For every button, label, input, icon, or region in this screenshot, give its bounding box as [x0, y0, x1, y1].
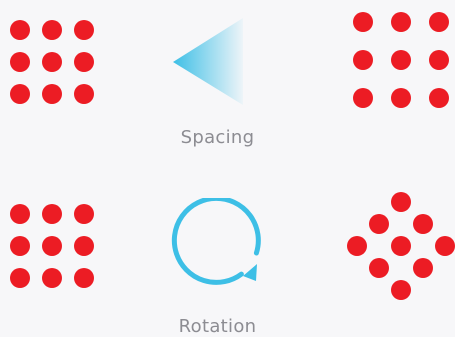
dot — [42, 268, 62, 288]
funnel-arrow-icon — [173, 18, 243, 105]
dot — [42, 84, 62, 104]
dot — [10, 20, 30, 40]
dot — [74, 52, 94, 72]
dot — [74, 204, 94, 224]
dot — [74, 236, 94, 256]
dot — [42, 20, 62, 40]
caption-rotation: Rotation — [178, 316, 257, 337]
dot — [412, 214, 433, 235]
dot — [369, 257, 390, 278]
dot — [412, 257, 433, 278]
dot — [353, 88, 373, 108]
dot — [74, 268, 94, 288]
dot — [10, 204, 30, 224]
dot — [391, 12, 411, 32]
dot — [391, 50, 411, 70]
dot — [42, 236, 62, 256]
dot — [391, 192, 411, 213]
dot — [10, 52, 30, 72]
dot — [347, 236, 368, 256]
dot — [391, 88, 411, 108]
dot — [42, 52, 62, 72]
dot — [74, 84, 94, 104]
dot — [10, 236, 30, 256]
dot — [353, 50, 373, 70]
dot — [391, 279, 411, 300]
dot — [10, 84, 30, 104]
dot — [391, 236, 411, 256]
dot — [429, 88, 449, 108]
dot — [369, 214, 390, 235]
dot — [42, 204, 62, 224]
dot — [10, 268, 30, 288]
dot — [429, 12, 449, 32]
dot — [74, 20, 94, 40]
rotate-clockwise-icon — [171, 198, 261, 285]
dot — [429, 50, 449, 70]
dot — [353, 12, 373, 32]
caption-spacing: Spacing — [180, 127, 255, 148]
dot — [434, 236, 455, 256]
